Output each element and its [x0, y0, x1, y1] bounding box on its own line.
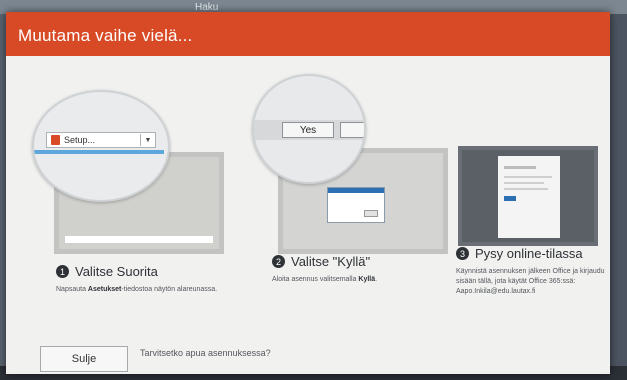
step-1: 1 Valitse Suorita Napsauta Asetukset-tie…	[56, 264, 226, 295]
step-number-badge: 3	[456, 247, 469, 260]
download-bar	[65, 236, 213, 243]
office-install-dialog: Muutama vaihe vielä... Setup... ▼ 1 Vali…	[6, 12, 610, 374]
step-description: Napsauta Asetukset-tiedostoa näytön alar…	[56, 286, 218, 293]
no-button-illustration	[340, 122, 364, 138]
office-signin-illustration	[498, 156, 560, 238]
setup-button-label: Setup...	[64, 135, 96, 145]
step-title: Valitse "Kyllä"	[291, 254, 371, 269]
office-icon	[51, 135, 60, 145]
step-2: 2 Valitse "Kyllä" Aloita asennus valitse…	[272, 254, 442, 285]
step-3: 3 Pysy online-tilassa Käynnistä asennuks…	[456, 246, 606, 297]
step-number-badge: 2	[272, 255, 285, 268]
dialog-header: Muutama vaihe vielä...	[6, 12, 610, 56]
help-text: Tarvitsetko apua asennuksessa?	[140, 348, 271, 358]
step1-magnifier: Setup... ▼	[32, 90, 170, 202]
yes-button-illustration: Yes	[282, 122, 334, 138]
setup-download-button: Setup... ▼	[46, 132, 156, 148]
step-description: Aloita asennus valitsemalla Kyllä.	[272, 276, 378, 283]
chevron-down-icon: ▼	[144, 136, 152, 144]
step2-magnifier: Yes	[252, 74, 366, 184]
step-description: Käynnistä asennuksen jälkeen Office ja k…	[456, 268, 605, 295]
step-title: Valitse Suorita	[75, 264, 158, 279]
uac-dialog-illustration	[327, 187, 385, 223]
step-title: Pysy online-tilassa	[475, 246, 583, 261]
dialog-title: Muutama vaihe vielä...	[18, 26, 193, 45]
step-number-badge: 1	[56, 265, 69, 278]
background-right-edge	[609, 14, 627, 380]
step3-screen-illustration	[458, 146, 598, 246]
close-button[interactable]: Sulje	[40, 346, 128, 372]
download-bar-highlight	[34, 150, 164, 154]
